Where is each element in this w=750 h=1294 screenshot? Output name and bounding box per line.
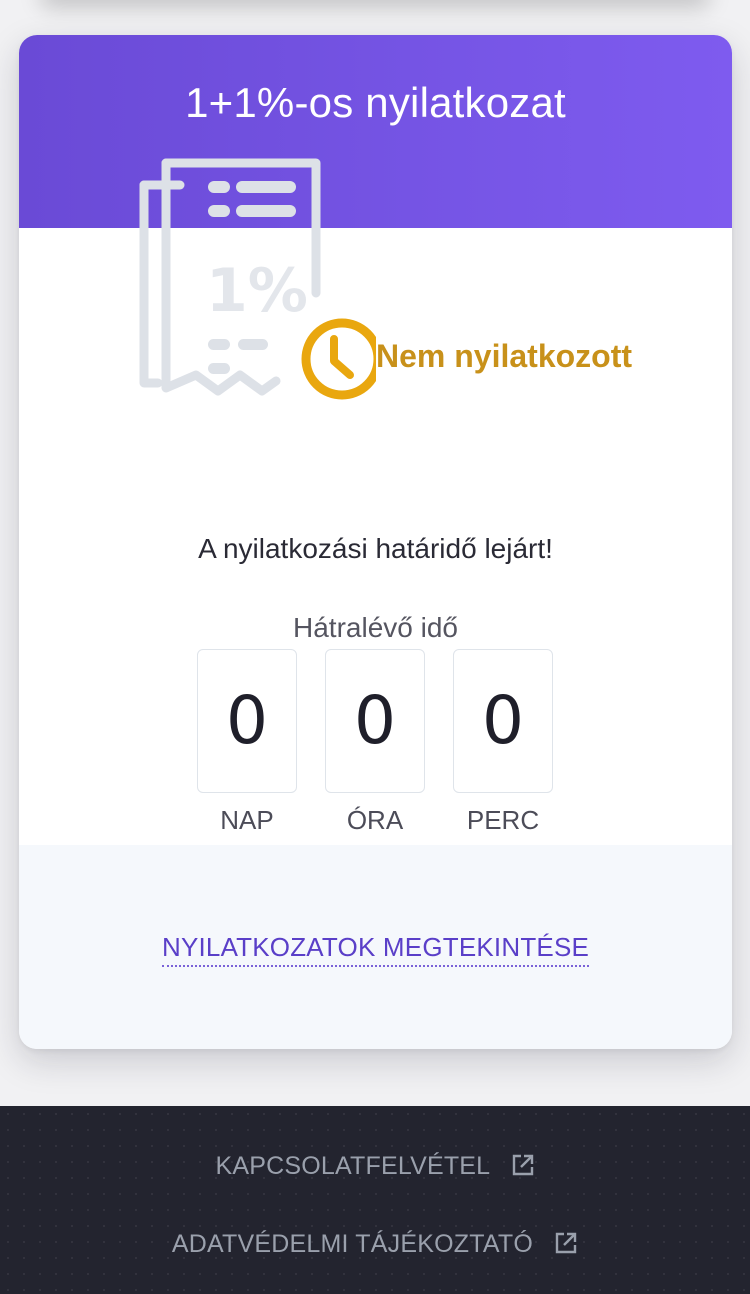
illustration-percent-text: 1% bbox=[206, 256, 308, 326]
site-footer: KAPCSOLATFELVÉTEL ADATVÉDELMI TÁJÉKOZTAT… bbox=[0, 1106, 750, 1294]
countdown-minutes-unit: PERC bbox=[466, 805, 540, 835]
countdown-days-unit: NAP bbox=[220, 805, 274, 835]
view-declarations-link[interactable]: NYILATKOZATOK MEGTEKINTÉSE bbox=[161, 932, 590, 967]
view-declarations-link-wrap: NYILATKOZATOK MEGTEKINTÉSE bbox=[19, 932, 732, 967]
external-link-icon bbox=[512, 1154, 533, 1176]
privacy-policy-link-label: ADATVÉDELMI TÁJÉKOZTATÓ bbox=[171, 1230, 533, 1258]
countdown-days-box: 0 bbox=[197, 649, 297, 793]
privacy-policy-link[interactable]: ADATVÉDELMI TÁJÉKOZTATÓ bbox=[0, 1230, 750, 1259]
countdown-hours-unit: ÓRA bbox=[346, 805, 404, 835]
countdown-minutes-box: 0 bbox=[453, 649, 553, 793]
card-title: 1+1%-os nyilatkozat bbox=[185, 79, 566, 126]
countdown-minutes-value: 0 bbox=[482, 682, 524, 759]
countdown-hours-box: 0 bbox=[325, 649, 425, 793]
deadline-expired-message: A nyilatkozási határidő lejárt! bbox=[198, 533, 553, 564]
countdown-days-value: 0 bbox=[226, 682, 268, 759]
contact-link[interactable]: KAPCSOLATFELVÉTEL bbox=[0, 1152, 750, 1181]
remaining-time-label: Hátralévő idő bbox=[293, 612, 458, 643]
tax-receipt-clock-icon: 1% bbox=[139, 158, 376, 400]
declaration-status: Nem nyilatkozott bbox=[376, 338, 633, 374]
contact-link-label: KAPCSOLATFELVÉTEL bbox=[215, 1152, 490, 1180]
declaration-card: 1+1%-os nyilatkozat 1% Nem nyilatkozott … bbox=[19, 35, 732, 1049]
countdown-hours-value: 0 bbox=[354, 682, 396, 759]
external-link-icon bbox=[555, 1232, 577, 1254]
